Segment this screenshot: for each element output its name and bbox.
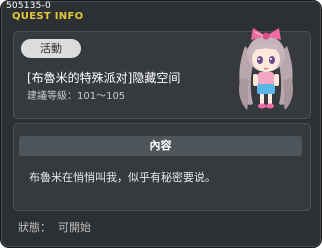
recommended-level: 建議等級：101～105 (27, 91, 126, 102)
quest-info-window: 505135-0 QUEST INFO 活動 [布魯米的特殊派对]隐藏空间 建議… (0, 0, 322, 248)
status-label: 狀態： (18, 221, 51, 234)
status-value: 可開始 (58, 221, 91, 234)
quest-description: 布魯米在悄悄叫我，似乎有秘密要说。 (29, 171, 216, 184)
npc-portrait-pink-bow-girl-icon (239, 28, 293, 110)
quest-name: [布魯米的特殊派对]隐藏空间 (27, 71, 181, 85)
quest-category-badge: 活動 (21, 39, 81, 58)
window-title: QUEST INFO (12, 11, 84, 22)
content-header: 內容 (19, 136, 302, 156)
